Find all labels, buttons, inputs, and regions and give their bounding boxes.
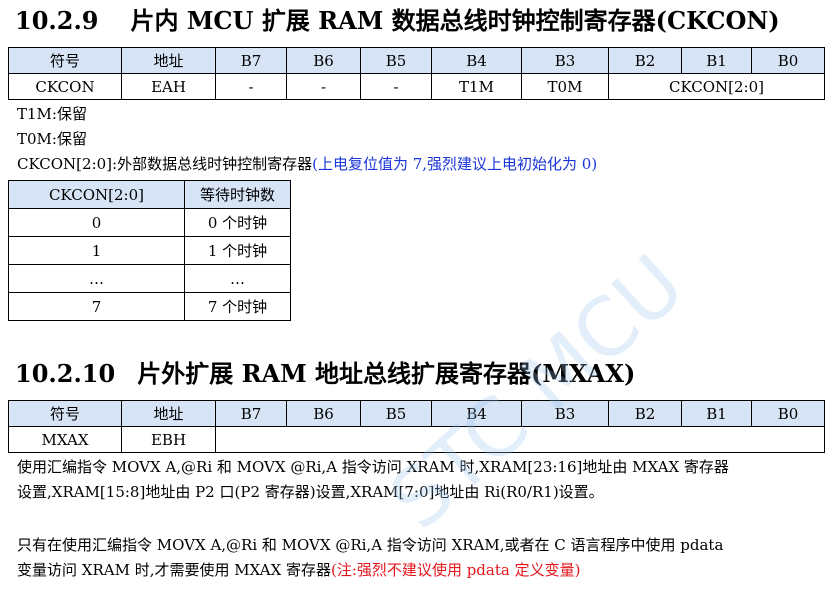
header-cell: 等待时钟数 [184,180,291,209]
symbol-cell: CKCON [8,73,122,100]
bits-cell [215,426,825,453]
header-cell: B4 [431,400,522,427]
pdata-warning-note: (注:强烈不建议使用 pdata 定义变量) [331,561,581,579]
address-cell: EAH [121,73,216,100]
value-cell: … [8,264,185,293]
ckcon-description-text: CKCON[2:0]:外部数据总线时钟控制寄存器 [17,155,313,173]
wait-cell: … [184,264,291,293]
section-heading-ckcon: 10.2.9 片内 MCU 扩展 RAM 数据总线时钟控制寄存器(CKCON) [15,6,780,36]
bit6-cell: - [286,73,361,100]
mxax-paragraph-2-line-1: 只有在使用汇编指令 MOVX A,@Ri 和 MOVX @Ri,A 指令访问 X… [17,536,724,554]
mxax-paragraph-2-text: 变量访问 XRAM 时,才需要使用 MXAX 寄存器 [17,561,332,579]
table-row: MXAX EBH [8,426,825,453]
section-number: 10.2.10 [15,359,116,388]
symbol-cell: MXAX [8,426,122,453]
header-cell: B7 [215,400,287,427]
section-title: 片内 MCU 扩展 RAM 数据总线时钟控制寄存器(CKCON) [130,6,780,35]
mxax-register-table: 符号 地址 B7 B6 B5 B4 B3 B2 B1 B0 MXAX EBH [8,400,825,453]
table-row: … … [8,264,291,293]
ckcon-register-table: 符号 地址 B7 B6 B5 B4 B3 B2 B1 B0 CKCON EAH … [8,47,825,100]
header-cell: B6 [286,400,361,427]
wait-cycles-table: CKCON[2:0] 等待时钟数 0 0 个时钟 1 1 个时钟 … … 7 7… [8,180,291,321]
mxax-paragraph-1-line-2: 设置,XRAM[15:8]地址由 P2 口(P2 寄存器)设置,XRAM[7:0… [17,483,604,501]
header-cell: B3 [521,47,609,74]
header-cell: B4 [431,47,522,74]
header-cell: B3 [521,400,609,427]
wait-cell: 1 个时钟 [184,236,291,265]
ckcon-reset-note: (上电复位值为 7,强烈建议上电初始化为 0) [312,155,598,173]
header-cell: B2 [608,400,682,427]
t1m-description: T1M:保留 [17,105,87,123]
header-cell: 地址 [121,400,216,427]
table-row: 7 7 个时钟 [8,292,291,321]
bit4-cell: T1M [431,73,522,100]
mxax-paragraph-2-line-2: 变量访问 XRAM 时,才需要使用 MXAX 寄存器(注:强烈不建议使用 pda… [17,558,580,583]
header-cell: B1 [681,400,752,427]
table-row: 0 0 个时钟 [8,208,291,237]
bit3-cell: T0M [521,73,609,100]
header-cell: 符号 [8,400,122,427]
bits2-0-cell: CKCON[2:0] [608,73,825,100]
header-cell: B7 [215,47,287,74]
header-cell: CKCON[2:0] [8,180,185,209]
table-header-row: 符号 地址 B7 B6 B5 B4 B3 B2 B1 B0 [8,47,825,74]
section-number: 10.2.9 [15,6,99,35]
header-cell: B5 [360,47,432,74]
table-header-row: CKCON[2:0] 等待时钟数 [8,180,291,209]
value-cell: 7 [8,292,185,321]
header-cell: B5 [360,400,432,427]
mxax-paragraph-1-line-1: 使用汇编指令 MOVX A,@Ri 和 MOVX @Ri,A 指令访问 XRAM… [17,458,729,476]
value-cell: 0 [8,208,185,237]
section-heading-mxax: 10.2.10 片外扩展 RAM 地址总线扩展寄存器(MXAX) [15,359,635,389]
ckcon-description: CKCON[2:0]:外部数据总线时钟控制寄存器(上电复位值为 7,强烈建议上电… [17,152,597,177]
t0m-description: T0M:保留 [17,130,87,148]
header-cell: 符号 [8,47,122,74]
value-cell: 1 [8,236,185,265]
header-cell: B6 [286,47,361,74]
table-header-row: 符号 地址 B7 B6 B5 B4 B3 B2 B1 B0 [8,400,825,427]
bit7-cell: - [215,73,287,100]
section-title: 片外扩展 RAM 地址总线扩展寄存器(MXAX) [137,359,636,388]
header-cell: B0 [751,400,825,427]
address-cell: EBH [121,426,216,453]
table-row: CKCON EAH - - - T1M T0M CKCON[2:0] [8,73,825,100]
header-cell: B2 [608,47,682,74]
wait-cell: 0 个时钟 [184,208,291,237]
bit5-cell: - [360,73,432,100]
table-row: 1 1 个时钟 [8,236,291,265]
header-cell: B0 [751,47,825,74]
header-cell: 地址 [121,47,216,74]
header-cell: B1 [681,47,752,74]
wait-cell: 7 个时钟 [184,292,291,321]
